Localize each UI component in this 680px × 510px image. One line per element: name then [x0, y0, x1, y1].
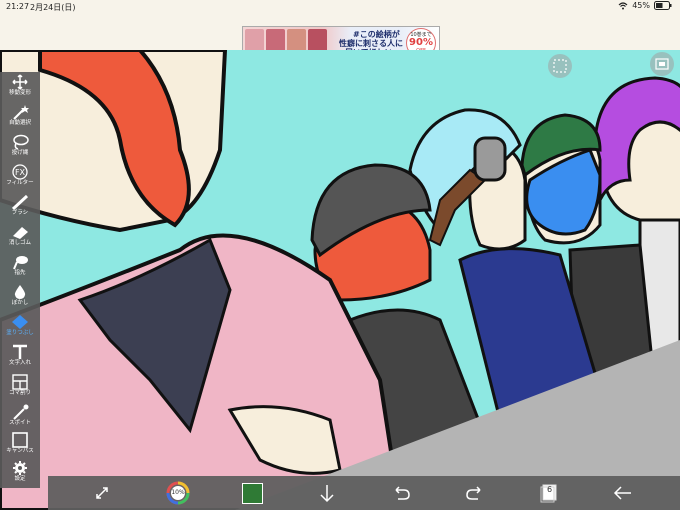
tool-label: ブラシ — [11, 210, 29, 216]
tool-label: フィルター — [6, 180, 34, 186]
tool-brush[interactable]: ブラシ — [0, 192, 40, 222]
date: 2月24日(日) — [30, 3, 76, 12]
transform-button[interactable] — [90, 481, 116, 505]
selection-overlay-button[interactable] — [548, 54, 572, 78]
lasso-icon — [13, 134, 29, 150]
tool-label: ぼかし — [11, 300, 29, 306]
redo-icon — [466, 486, 481, 500]
eyedropper-icon — [13, 404, 29, 420]
redo-button[interactable] — [462, 481, 488, 505]
tool-sidebar: 移動変形 自動選択 投げ縄 FX フィルター ブラシ 消しゴム 指先 ぼかし 塗… — [0, 72, 40, 488]
tool-frame-divide[interactable]: コマ割り — [0, 372, 40, 402]
tool-label: 塗りつぶし — [6, 330, 34, 336]
ad-banner-area: #この絵柄が 性癖に刺さる人に 届いてほしい 10巻まで 90% OFF — [0, 14, 680, 60]
download-button[interactable] — [314, 481, 340, 505]
tool-label: 移動変形 — [8, 90, 31, 96]
tool-label: 設定 — [14, 476, 26, 482]
tool-auto-select[interactable]: 自動選択 — [0, 102, 40, 132]
eraser-icon — [13, 227, 28, 239]
text-icon — [13, 344, 27, 359]
bottom-toolbar: 10% 6 — [48, 476, 680, 510]
status-bar: 21:27 2月24日(日) 45% — [0, 0, 680, 14]
tool-filter[interactable]: FX フィルター — [0, 162, 40, 192]
fullscreen-overlay-button[interactable] — [650, 52, 674, 76]
tool-label: スポイト — [8, 420, 31, 426]
back-arrow-icon — [613, 486, 631, 500]
tool-blur[interactable]: ぼかし — [0, 282, 40, 312]
screen-toggle-icon — [655, 58, 669, 70]
layer-count: 6 — [546, 485, 553, 494]
color-swatch-button[interactable] — [239, 481, 265, 505]
tool-settings[interactable]: 設定 — [0, 458, 40, 488]
transform-icon — [96, 487, 108, 499]
gear-icon — [13, 461, 27, 475]
tool-label: キャンバス — [6, 448, 34, 454]
tool-move[interactable]: 移動変形 — [0, 72, 40, 102]
move-icon — [12, 74, 28, 90]
fx-icon: FX — [12, 164, 28, 180]
tool-finger[interactable]: 指先 — [0, 252, 40, 282]
battery-percent: 45% — [632, 1, 650, 10]
tool-label: 投げ縄 — [11, 150, 29, 156]
status-right: 45% — [618, 1, 672, 10]
ad-badge-percent: 90% — [409, 37, 433, 48]
undo-icon — [395, 486, 410, 500]
tool-lasso[interactable]: 投げ縄 — [0, 132, 40, 162]
blur-drop-icon — [14, 285, 26, 299]
tool-label: 文字入れ — [8, 360, 31, 366]
color-wheel-button[interactable]: 10% — [165, 481, 191, 505]
drawing-canvas[interactable] — [0, 50, 680, 510]
battery-icon — [654, 1, 672, 10]
tool-label: 指先 — [14, 270, 26, 276]
tool-label: 消しゴム — [8, 240, 31, 246]
svg-text:FX: FX — [15, 168, 26, 177]
tool-eyedropper[interactable]: スポイト — [0, 402, 40, 432]
dashed-selection-icon — [553, 59, 567, 73]
download-icon — [320, 485, 334, 503]
frame-divide-icon — [12, 374, 28, 390]
brush-opacity-value: 10% — [171, 489, 185, 496]
tool-eraser[interactable]: 消しゴム — [0, 222, 40, 252]
tool-canvas[interactable]: キャンバス — [0, 430, 40, 460]
clock: 21:27 — [6, 2, 30, 11]
tool-fill[interactable]: 塗りつぶし — [0, 312, 40, 342]
undo-button[interactable] — [388, 481, 414, 505]
wifi-icon — [618, 1, 628, 9]
fill-bucket-icon — [12, 315, 28, 329]
back-button[interactable] — [610, 481, 636, 505]
tool-label: コマ割り — [8, 390, 31, 396]
layers-button[interactable]: 6 — [536, 481, 562, 505]
tool-label: 自動選択 — [8, 120, 31, 126]
brush-icon — [11, 194, 29, 210]
color-swatch — [242, 483, 263, 504]
magic-wand-icon — [13, 105, 29, 120]
canvas-icon — [12, 432, 28, 448]
finger-icon — [13, 256, 28, 270]
tool-text[interactable]: 文字入れ — [0, 342, 40, 372]
